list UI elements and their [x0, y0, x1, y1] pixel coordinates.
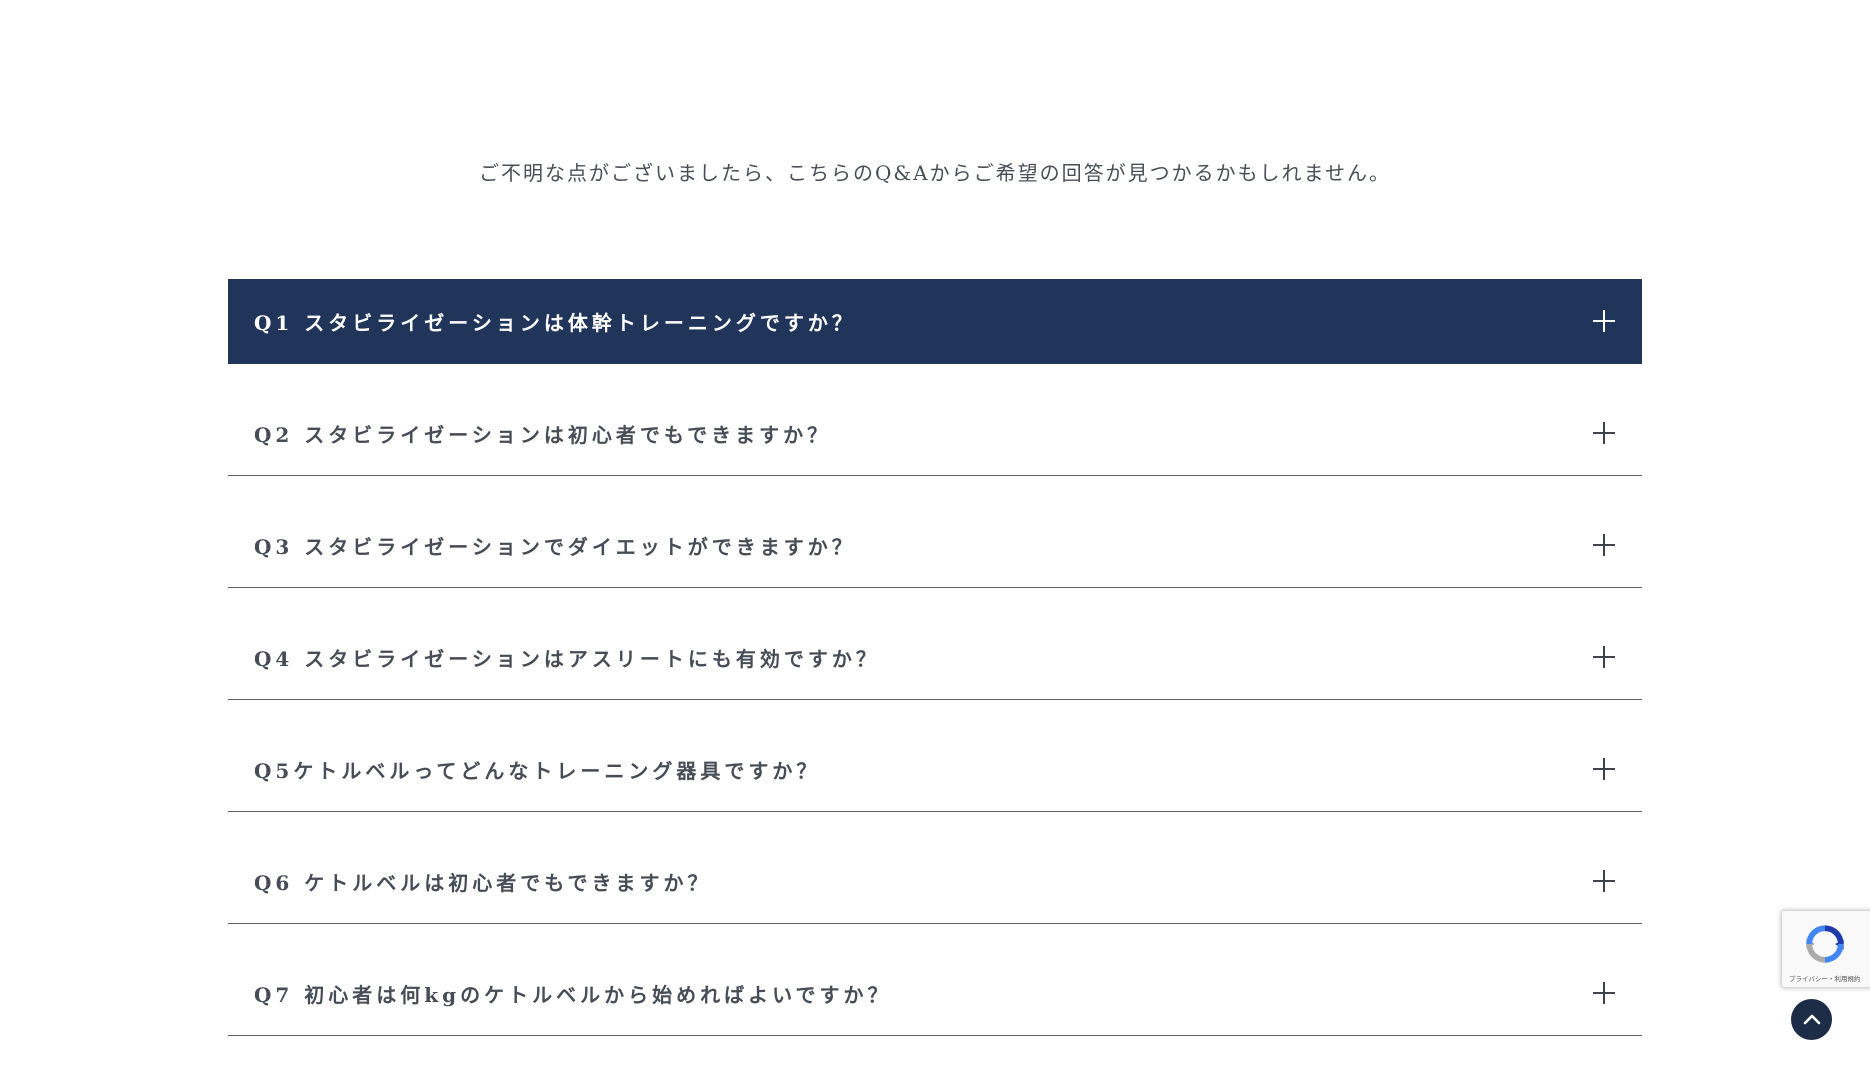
faq-question: Q4 スタビライゼーションはアスリートにも有効ですか？ — [254, 646, 880, 671]
faq-question: Q5ケトルベルってどんなトレーニング器具ですか？ — [254, 758, 821, 783]
recaptcha-privacy-terms-link[interactable]: プライバシー・利用規約 — [1789, 973, 1870, 983]
faq-item-q4[interactable]: Q4 スタビライゼーションはアスリートにも有効ですか？ — [228, 615, 1642, 700]
plus-icon[interactable] — [1593, 534, 1615, 556]
faq-question: Q7 初心者は何kgのケトルベルから始めればよいですか？ — [254, 982, 892, 1007]
plus-icon[interactable] — [1593, 870, 1615, 892]
faq-question: Q2 スタビライゼーションは初心者でもできますか？ — [254, 422, 832, 447]
faq-item-q1[interactable]: Q1 スタビライゼーションは体幹トレーニングですか？ — [228, 279, 1642, 364]
faq-question: Q6 ケトルベルは初心者でもできますか？ — [254, 870, 712, 895]
plus-icon[interactable] — [1593, 646, 1615, 668]
faq-item-q3[interactable]: Q3 スタビライゼーションでダイエットができますか？ — [228, 503, 1642, 588]
recaptcha-badge[interactable]: プライバシー・利用規約 — [1781, 910, 1870, 988]
chevron-up-icon — [1803, 1014, 1820, 1024]
faq-item-q7[interactable]: Q7 初心者は何kgのケトルベルから始めればよいですか？ — [228, 951, 1642, 1036]
faq-item-q2[interactable]: Q2 スタビライゼーションは初心者でもできますか？ — [228, 391, 1642, 476]
back-to-top-button[interactable] — [1791, 999, 1832, 1040]
recaptcha-logo-icon — [1806, 925, 1844, 963]
plus-icon[interactable] — [1593, 422, 1615, 444]
faq-list: Q1 スタビライゼーションは体幹トレーニングですか？ Q2 スタビライゼーション… — [228, 279, 1642, 1063]
faq-intro-text: ご不明な点がございましたら、こちらのQ&Aからご希望の回答が見つかるかもしれませ… — [478, 161, 1392, 185]
faq-question: Q3 スタビライゼーションでダイエットができますか？ — [254, 534, 856, 559]
faq-question: Q1 スタビライゼーションは体幹トレーニングですか？ — [254, 310, 856, 335]
faq-item-q5[interactable]: Q5ケトルベルってどんなトレーニング器具ですか？ — [228, 727, 1642, 812]
plus-icon[interactable] — [1593, 310, 1615, 332]
plus-icon[interactable] — [1593, 758, 1615, 780]
plus-icon[interactable] — [1593, 982, 1615, 1004]
faq-item-q6[interactable]: Q6 ケトルベルは初心者でもできますか？ — [228, 839, 1642, 924]
